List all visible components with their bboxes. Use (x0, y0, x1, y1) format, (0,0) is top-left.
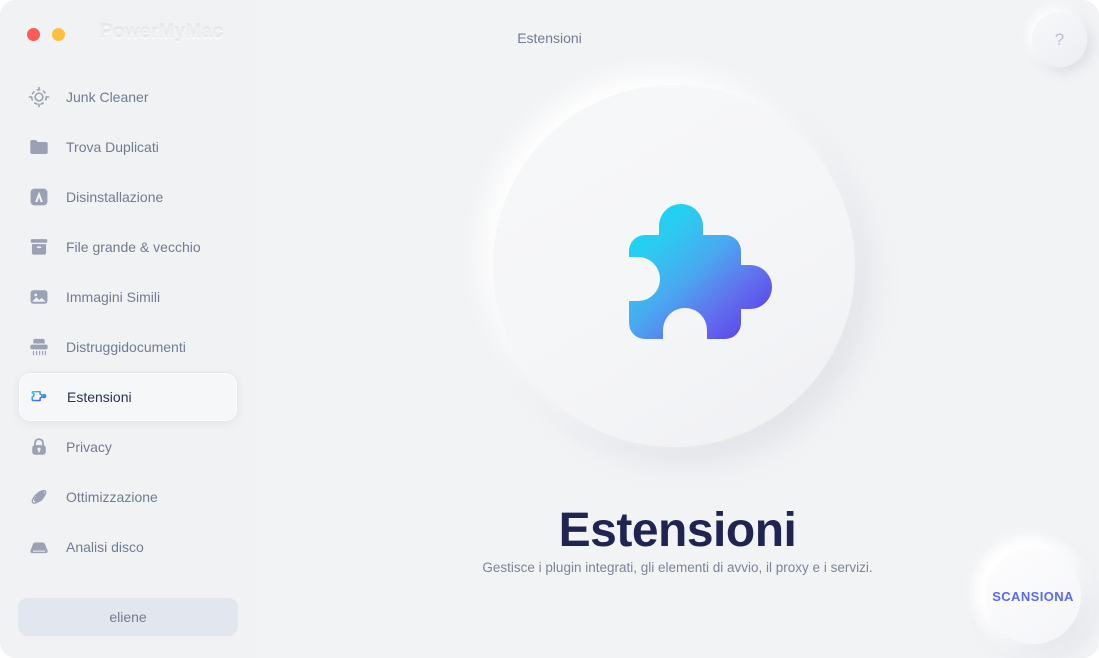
minimize-window-button[interactable] (52, 28, 65, 41)
shredder-icon (28, 336, 50, 358)
sidebar-item-label: Disinstallazione (66, 189, 164, 205)
sidebar-item-ottimizzazione[interactable]: Ottimizzazione (18, 472, 238, 522)
sidebar-item-label: Immagini Simili (66, 289, 161, 305)
puzzle-icon (29, 386, 51, 408)
lock-icon (28, 436, 50, 458)
sidebar-item-trova-duplicati[interactable]: Trova Duplicati (18, 122, 238, 172)
sidebar-item-label: Trova Duplicati (66, 139, 159, 155)
target-gear-icon (28, 86, 50, 108)
sidebar-item-label: Junk Cleaner (66, 89, 149, 105)
sidebar-item-label: Distruggidocumenti (66, 339, 186, 355)
sidebar-item-distruggidocumenti[interactable]: Distruggidocumenti (18, 322, 238, 372)
sidebar-nav-list: Junk Cleaner Trova Duplicati Disinstalla… (0, 72, 256, 572)
sidebar-item-label: Ottimizzazione (66, 489, 158, 505)
window-traffic-lights (27, 28, 65, 41)
scan-button[interactable]: SCANSIONA (985, 548, 1081, 644)
photo-icon (28, 286, 50, 308)
page-title: Estensioni (558, 504, 797, 557)
sidebar-item-label: Privacy (66, 439, 112, 455)
sidebar: PowerMyMac Junk Cleaner Trova Duplicati … (0, 0, 256, 658)
brand-title: PowerMyMac (100, 22, 224, 43)
sidebar-item-immagini-simili[interactable]: Immagini Simili (18, 272, 238, 322)
sidebar-item-analisi-disco[interactable]: Analisi disco (18, 522, 238, 572)
scan-button-label: SCANSIONA (992, 588, 1074, 604)
archive-box-icon (28, 236, 50, 258)
sidebar-action-button[interactable]: eliene (18, 598, 238, 636)
sidebar-item-junk-cleaner[interactable]: Junk Cleaner (18, 72, 238, 122)
sidebar-item-label: Analisi disco (66, 539, 144, 555)
sidebar-item-label: File grande & vecchio (66, 239, 201, 255)
close-window-button[interactable] (27, 28, 40, 41)
rocket-orbit-icon (28, 486, 50, 508)
sidebar-item-privacy[interactable]: Privacy (18, 422, 238, 472)
folder-icon (28, 136, 50, 158)
hard-drive-icon (28, 536, 50, 558)
sidebar-item-disinstallazione[interactable]: Disinstallazione (18, 172, 238, 222)
app-window: PowerMyMac Junk Cleaner Trova Duplicati … (0, 0, 1099, 658)
app-package-icon (28, 186, 50, 208)
main-content: Estensioni Gestisce i plugin integrati, … (256, 0, 1099, 658)
puzzle-piece-icon (596, 185, 776, 365)
sidebar-item-file-grande-vecchio[interactable]: File grande & vecchio (18, 222, 238, 272)
sidebar-item-estensioni[interactable]: Estensioni (18, 372, 238, 422)
sidebar-item-label: Estensioni (67, 389, 132, 405)
page-subtitle: Gestisce i plugin integrati, gli element… (482, 560, 873, 575)
